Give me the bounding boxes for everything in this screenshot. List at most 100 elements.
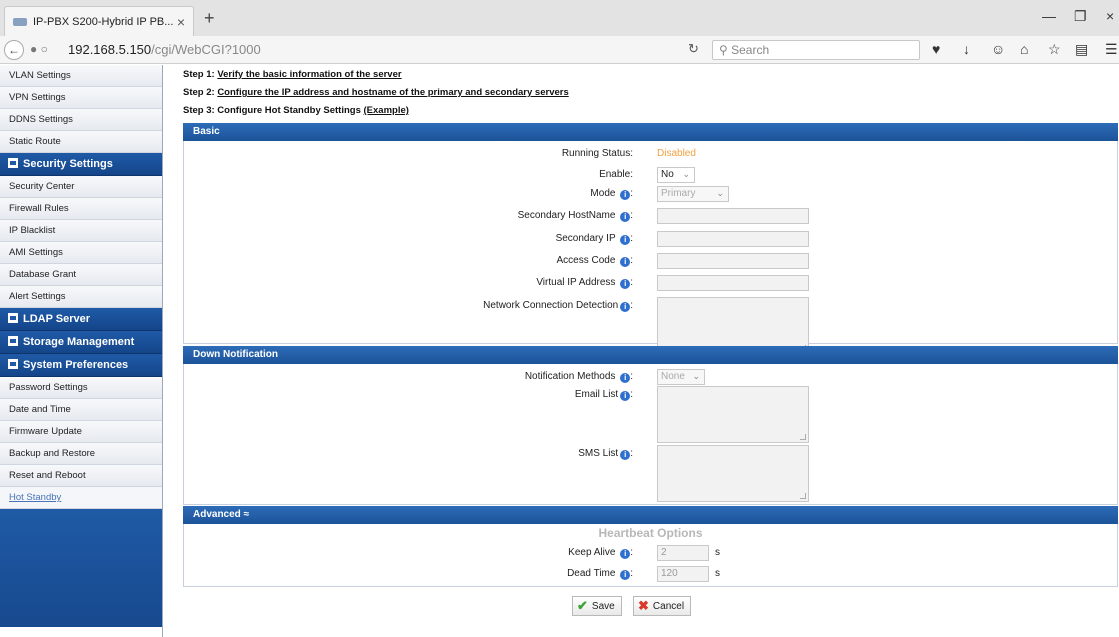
sidebar-group-label: Storage Management xyxy=(23,336,135,348)
main-content: Step 1: Verify the basic information of … xyxy=(164,65,1119,637)
step-1: Step 1: Verify the basic information of … xyxy=(183,69,402,80)
step-3: Step 3: Configure Hot Standby Settings (… xyxy=(183,105,409,116)
sidebar-item-static-route[interactable]: Static Route xyxy=(0,131,162,153)
sidebar-item-security-center[interactable]: Security Center xyxy=(0,176,162,198)
info-icon[interactable]: i xyxy=(620,570,631,580)
chevron-down-icon: ⌄ xyxy=(716,188,724,198)
new-tab-button[interactable]: + xyxy=(204,8,215,29)
sidebar-item-ip-blacklist[interactable]: IP Blacklist xyxy=(0,220,162,242)
step-1-link[interactable]: Verify the basic information of the serv… xyxy=(217,69,401,80)
info-icon[interactable]: i xyxy=(620,391,631,401)
dead-time-text: Dead Time xyxy=(567,568,616,579)
sidebar-group-system-preferences[interactable]: System Preferences xyxy=(0,354,162,377)
dead-time-input[interactable]: 120 xyxy=(657,566,709,582)
sidebar-item-ami-settings[interactable]: AMI Settings xyxy=(0,242,162,264)
access-code-input[interactable] xyxy=(657,253,809,269)
secondary-ip-label: Secondary IP i: xyxy=(555,233,633,245)
advanced-section: Heartbeat Options Keep Alive i: 2 s Dead… xyxy=(183,524,1118,587)
info-icon[interactable]: i xyxy=(620,212,631,222)
sync-icon[interactable]: ☺ xyxy=(991,41,1005,57)
site-identity-icon[interactable]: ● ○ xyxy=(30,42,48,56)
collapse-chevron-icon[interactable]: ≈ xyxy=(244,509,250,520)
info-icon[interactable]: i xyxy=(620,279,631,289)
sms-list-textarea[interactable] xyxy=(657,445,809,502)
bookmark-star-icon[interactable]: ☆ xyxy=(1048,41,1061,58)
notification-methods-select[interactable]: None ⌄ xyxy=(657,369,705,385)
sidebar-item-date-time[interactable]: Date and Time xyxy=(0,399,162,421)
sidebar-item-ddns[interactable]: DDNS Settings xyxy=(0,109,162,131)
notification-methods-label: Notification Methods i: xyxy=(524,371,633,383)
sidebar-item-password-settings[interactable]: Password Settings xyxy=(0,377,162,399)
window-close-button[interactable]: × xyxy=(1106,8,1114,24)
info-icon[interactable]: i xyxy=(620,450,631,460)
enable-selected-value: No xyxy=(661,169,674,180)
search-placeholder: Search xyxy=(731,43,770,57)
advanced-title: Advanced xyxy=(193,509,241,520)
network-detection-label: Network Connection Detection i: xyxy=(483,300,633,312)
enable-select[interactable]: No ⌄ xyxy=(657,167,695,183)
tab-close-icon[interactable]: × xyxy=(177,14,185,30)
sidebar-item-alert-settings[interactable]: Alert Settings xyxy=(0,286,162,308)
url-host: 192.168.5.150 xyxy=(68,42,152,57)
sidebar-item-firmware-update[interactable]: Firmware Update xyxy=(0,421,162,443)
secondary-hostname-input[interactable] xyxy=(657,208,809,224)
home-icon[interactable]: ⌂ xyxy=(1020,41,1028,57)
step-2-prefix: Step 2: xyxy=(183,87,218,98)
step-1-prefix: Step 1: xyxy=(183,69,218,80)
sidebar-item-reset-reboot[interactable]: Reset and Reboot xyxy=(0,465,162,487)
step-3-example-link[interactable]: (Example) xyxy=(364,105,409,116)
download-icon[interactable]: ↓ xyxy=(963,41,970,57)
advanced-section-header[interactable]: Advanced ≈ xyxy=(183,506,1118,524)
cancel-button[interactable]: ✖ Cancel xyxy=(633,596,692,616)
mode-select[interactable]: Primary ⌄ xyxy=(657,186,729,202)
access-code-label: Access Code i: xyxy=(556,255,633,267)
notification-methods-text: Notification Methods xyxy=(524,371,616,382)
url-path: /cgi/WebCGI?1000 xyxy=(151,42,261,57)
window-maximize-button[interactable]: ❐ xyxy=(1074,8,1087,25)
info-icon[interactable]: i xyxy=(620,190,631,200)
window-minimize-button[interactable]: — xyxy=(1042,8,1056,24)
sidebar: VLAN Settings VPN Settings DDNS Settings… xyxy=(0,65,163,637)
cross-icon: ✖ xyxy=(638,598,649,613)
virtual-ip-input[interactable] xyxy=(657,275,809,291)
sms-list-text: SMS List xyxy=(578,448,619,459)
keep-alive-text: Keep Alive xyxy=(568,547,616,558)
browser-tab[interactable]: IP-PBX S200-Hybrid IP PB... × xyxy=(4,6,194,36)
sidebar-group-security[interactable]: Security Settings xyxy=(0,153,162,176)
info-icon[interactable]: i xyxy=(620,257,631,267)
email-list-label: Email List i: xyxy=(574,389,633,401)
info-icon[interactable]: i xyxy=(620,549,631,559)
notification-methods-value: None xyxy=(661,371,685,382)
secondary-ip-input[interactable] xyxy=(657,231,809,247)
info-icon[interactable]: i xyxy=(620,373,631,383)
pocket-icon[interactable]: ♥ xyxy=(932,41,940,57)
sidebar-item-vlan[interactable]: VLAN Settings xyxy=(0,65,162,87)
site-favicon-icon xyxy=(13,17,27,26)
email-list-textarea[interactable] xyxy=(657,386,809,443)
search-input[interactable]: ⚲ Search xyxy=(712,40,920,60)
info-icon[interactable]: i xyxy=(620,302,631,312)
info-icon[interactable]: i xyxy=(620,235,631,245)
sidebar-item-database-grant[interactable]: Database Grant xyxy=(0,264,162,286)
step-2-link[interactable]: Configure the IP address and hostname of… xyxy=(217,87,568,98)
chevron-down-icon: ⌄ xyxy=(682,169,690,179)
sidebar-group-label: System Preferences xyxy=(23,359,129,371)
sidebar-footer xyxy=(0,509,162,627)
sms-list-label: SMS List i: xyxy=(578,448,633,460)
address-bar[interactable]: 192.168.5.150/cgi/WebCGI?1000 xyxy=(68,40,682,60)
basic-section-header: Basic xyxy=(183,123,1118,141)
save-button[interactable]: ✔ Save xyxy=(572,596,622,616)
sidebar-group-ldap[interactable]: LDAP Server xyxy=(0,308,162,331)
reload-icon[interactable]: ↻ xyxy=(688,41,699,57)
sidebar-item-hot-standby[interactable]: Hot Standby xyxy=(0,487,162,509)
sidebar-item-firewall-rules[interactable]: Firewall Rules xyxy=(0,198,162,220)
sidebar-item-vpn[interactable]: VPN Settings xyxy=(0,87,162,109)
sidebar-group-storage[interactable]: Storage Management xyxy=(0,331,162,354)
enable-label: Enable: xyxy=(599,169,633,180)
menu-icon[interactable]: ☰ xyxy=(1105,41,1118,58)
back-arrow-icon[interactable]: ← xyxy=(4,40,24,60)
sidebar-item-backup-restore[interactable]: Backup and Restore xyxy=(0,443,162,465)
keep-alive-input[interactable]: 2 xyxy=(657,545,709,561)
reader-view-icon[interactable]: ▤ xyxy=(1075,41,1088,58)
sidebar-group-label: Security Settings xyxy=(23,158,113,170)
